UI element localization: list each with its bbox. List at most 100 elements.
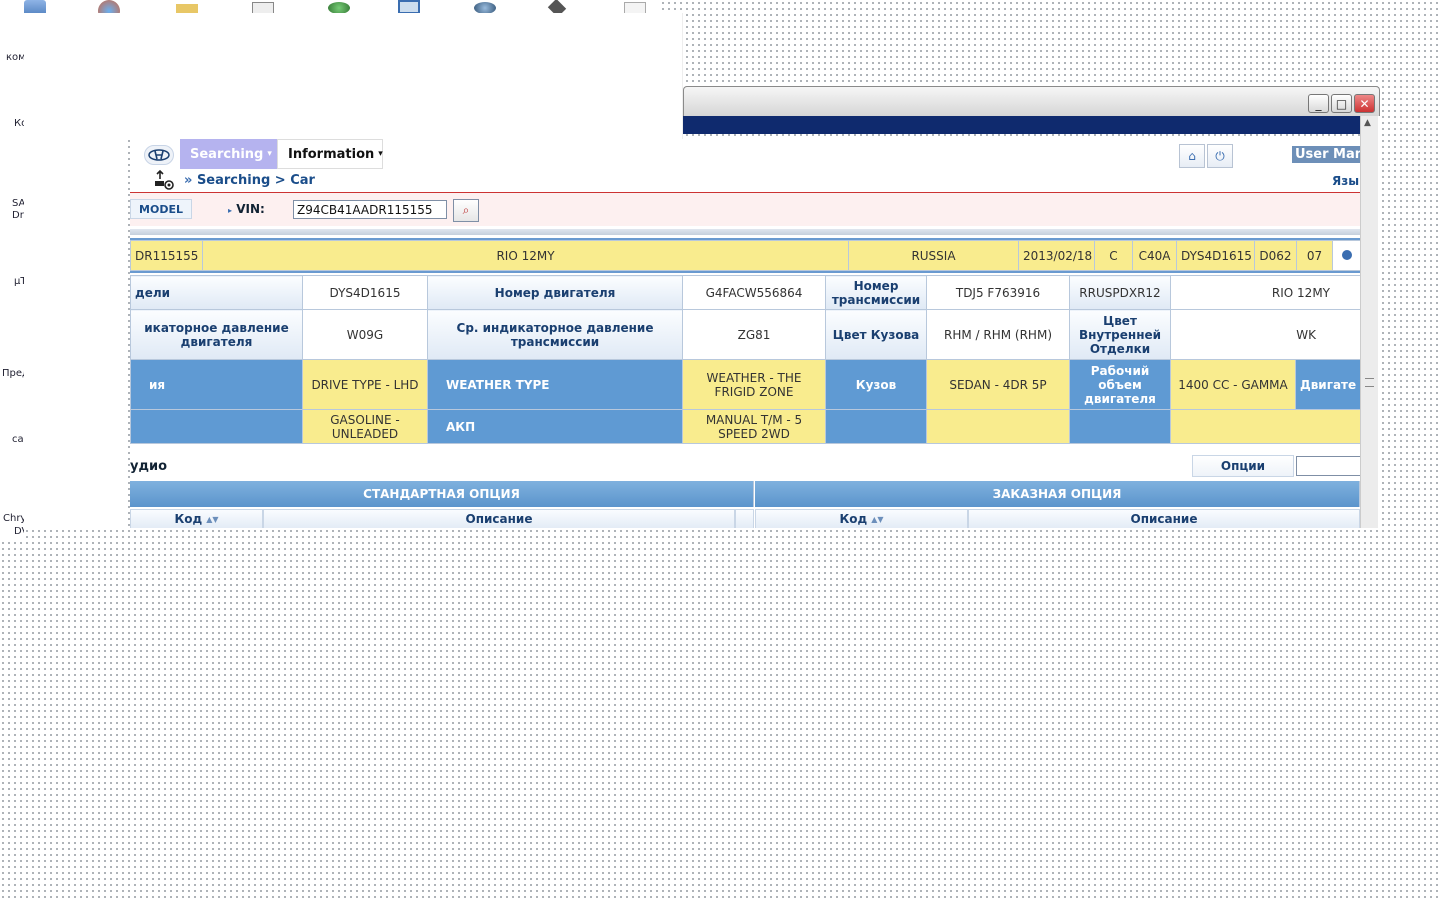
power-icon: ⏻ [1215, 148, 1225, 163]
vin-label: ▸ VIN: [228, 202, 265, 216]
device-icon[interactable] [398, 0, 420, 14]
fuel-type-value: GASOLINE - UNLEADED [302, 409, 428, 444]
body-type-label: Кузов [825, 359, 927, 410]
scroll-thumb[interactable] [1365, 378, 1374, 387]
summary-code[interactable]: C [1094, 240, 1133, 271]
desktop-label: ком [6, 52, 24, 63]
vertical-scrollbar[interactable]: ▲ [1360, 116, 1378, 528]
empty-label [1069, 409, 1171, 444]
home-icon: ⌂ [1188, 149, 1196, 163]
maximize-button[interactable]: □ [1331, 94, 1352, 113]
breadcrumb-arrow-icon: » [184, 173, 193, 188]
model-value: DYS4D1615 [302, 275, 428, 310]
vehicle-details-grid: дели DYS4D1615 Номер двигателя G4FACW556… [130, 275, 1360, 444]
sort-icon: ▲▼ [206, 514, 219, 524]
weather-type-value: WEATHER - THE FRIGID ZONE [682, 359, 826, 410]
options-section-title: удио [130, 459, 168, 474]
options-filter-input[interactable] [1296, 456, 1360, 476]
body-color-label: Цвет Кузова [825, 309, 927, 360]
model-tab[interactable]: MODEL [130, 199, 192, 219]
summary-option-code[interactable]: D062 [1254, 240, 1297, 271]
transmission-pressure-label: Ср. индикаторное давление трансмиссии [427, 309, 683, 360]
tab-searching[interactable]: Searching ▾ [180, 139, 277, 169]
minimize-button[interactable]: _ [1308, 94, 1329, 113]
fuel-label [130, 409, 303, 444]
transmission-type-value: MANUAL T/M - 5 SPEED 2WD [682, 409, 826, 444]
model-name-value: RIO 12MY [1170, 275, 1360, 310]
summary-month[interactable]: 07 [1296, 240, 1333, 271]
overlay-panel-side [24, 139, 127, 528]
summary-vin[interactable]: DR115155 [130, 240, 203, 271]
app-icon[interactable] [547, 0, 567, 14]
engine-number-label: Номер двигателя [427, 275, 683, 310]
engine-number-value: G4FACW556864 [682, 275, 826, 310]
collapse-splitter[interactable] [130, 229, 1360, 235]
transmission-number-label: Номер трансмиссии [825, 275, 927, 310]
chevron-down-icon: ▾ [267, 149, 272, 159]
breadcrumb: » Searching > Car [184, 173, 315, 188]
column-label: Код [174, 512, 203, 526]
standard-options-header: СТАНДАРТНАЯ ОПЦИЯ [130, 481, 754, 507]
spec-code-value: RRUSPDXR12 [1069, 275, 1171, 310]
app-content: Searching ▾ Information ▾ ⌂ ⏻ User Man »… [130, 139, 1360, 528]
engine-pressure-label: икаторное давление двигателя [130, 309, 303, 360]
transmission-type-label: АКП [427, 409, 683, 444]
overlay-panel [24, 13, 683, 139]
model-label: дели [130, 275, 303, 310]
window-titlebar[interactable]: _ □ ✕ [683, 86, 1380, 116]
standard-code-column[interactable]: Код ▲▼ [130, 509, 263, 528]
window-header-bar [683, 116, 1360, 134]
column-spacer [735, 509, 754, 528]
custom-options-header: ЗАКАЗНАЯ ОПЦИЯ [755, 481, 1360, 507]
power-button[interactable]: ⏻ [1207, 144, 1233, 168]
tab-label: Searching [190, 146, 264, 162]
summary-action[interactable] [1332, 240, 1360, 271]
menu-bar: Searching ▾ Information ▾ ⌂ ⏻ User Man [130, 139, 1360, 169]
hyundai-logo-icon [144, 145, 174, 165]
circle-icon [1341, 249, 1352, 260]
tab-label: Information [288, 146, 375, 162]
body-type-value: SEDAN - 4DR 5P [926, 359, 1070, 410]
chevron-down-icon: ▾ [378, 149, 383, 159]
breadcrumb-row: » Searching > Car Язы [130, 169, 1360, 192]
displacement-value: 1400 CC - GAMMA [1170, 359, 1296, 410]
vehicle-summary-row: DR115155 RIO 12MY RUSSIA 2013/02/18 C C4… [130, 238, 1360, 273]
tab-information[interactable]: Information ▾ [277, 139, 383, 169]
interior-color-label: Цвет Внутренней Отделки [1069, 309, 1171, 360]
sort-icon: ▲▼ [871, 514, 884, 524]
vin-label-text: VIN: [236, 202, 265, 216]
empty-value [1170, 409, 1360, 444]
language-selector[interactable]: Язы [1332, 174, 1359, 188]
summary-region[interactable]: RUSSIA [848, 240, 1019, 271]
summary-catalog[interactable]: C40A [1132, 240, 1177, 271]
scroll-up-icon[interactable]: ▲ [1364, 118, 1371, 128]
custom-code-column[interactable]: Код ▲▼ [755, 509, 968, 528]
breadcrumb-text[interactable]: Searching > Car [197, 173, 315, 188]
browser-icon[interactable] [98, 0, 120, 14]
column-label: Код [839, 512, 868, 526]
interior-color-value: WK [1170, 309, 1360, 360]
transmission-pressure-value: ZG81 [682, 309, 826, 360]
empty-value [926, 409, 1070, 444]
summary-model[interactable]: RIO 12MY [202, 240, 849, 271]
bullet-icon: ▸ [228, 206, 233, 215]
standard-description-column[interactable]: Описание [263, 509, 735, 528]
drive-label: ия [130, 359, 303, 410]
empty-label [825, 409, 927, 444]
weather-type-label: WEATHER TYPE [427, 359, 683, 410]
vin-search-button[interactable]: ⌕ [453, 199, 479, 222]
transmission-number-value: TDJ5 F763916 [926, 275, 1070, 310]
engine-label: Двигате [1295, 359, 1360, 410]
custom-description-column[interactable]: Описание [968, 509, 1360, 528]
close-button[interactable]: ✕ [1354, 94, 1375, 113]
home-button[interactable]: ⌂ [1179, 144, 1205, 168]
computer-icon[interactable] [24, 0, 46, 14]
options-button[interactable]: Опции [1192, 455, 1294, 477]
vin-search-row: MODEL ▸ VIN: ⌕ [130, 193, 1360, 226]
body-color-value: RHM / RHM (RHM) [926, 309, 1070, 360]
summary-model-code[interactable]: DYS4D1615 [1176, 240, 1255, 271]
user-manual-link[interactable]: User Man [1292, 146, 1360, 163]
desktop-icon-strip [0, 0, 660, 14]
vin-input[interactable] [293, 200, 447, 219]
summary-date[interactable]: 2013/02/18 [1018, 240, 1095, 271]
